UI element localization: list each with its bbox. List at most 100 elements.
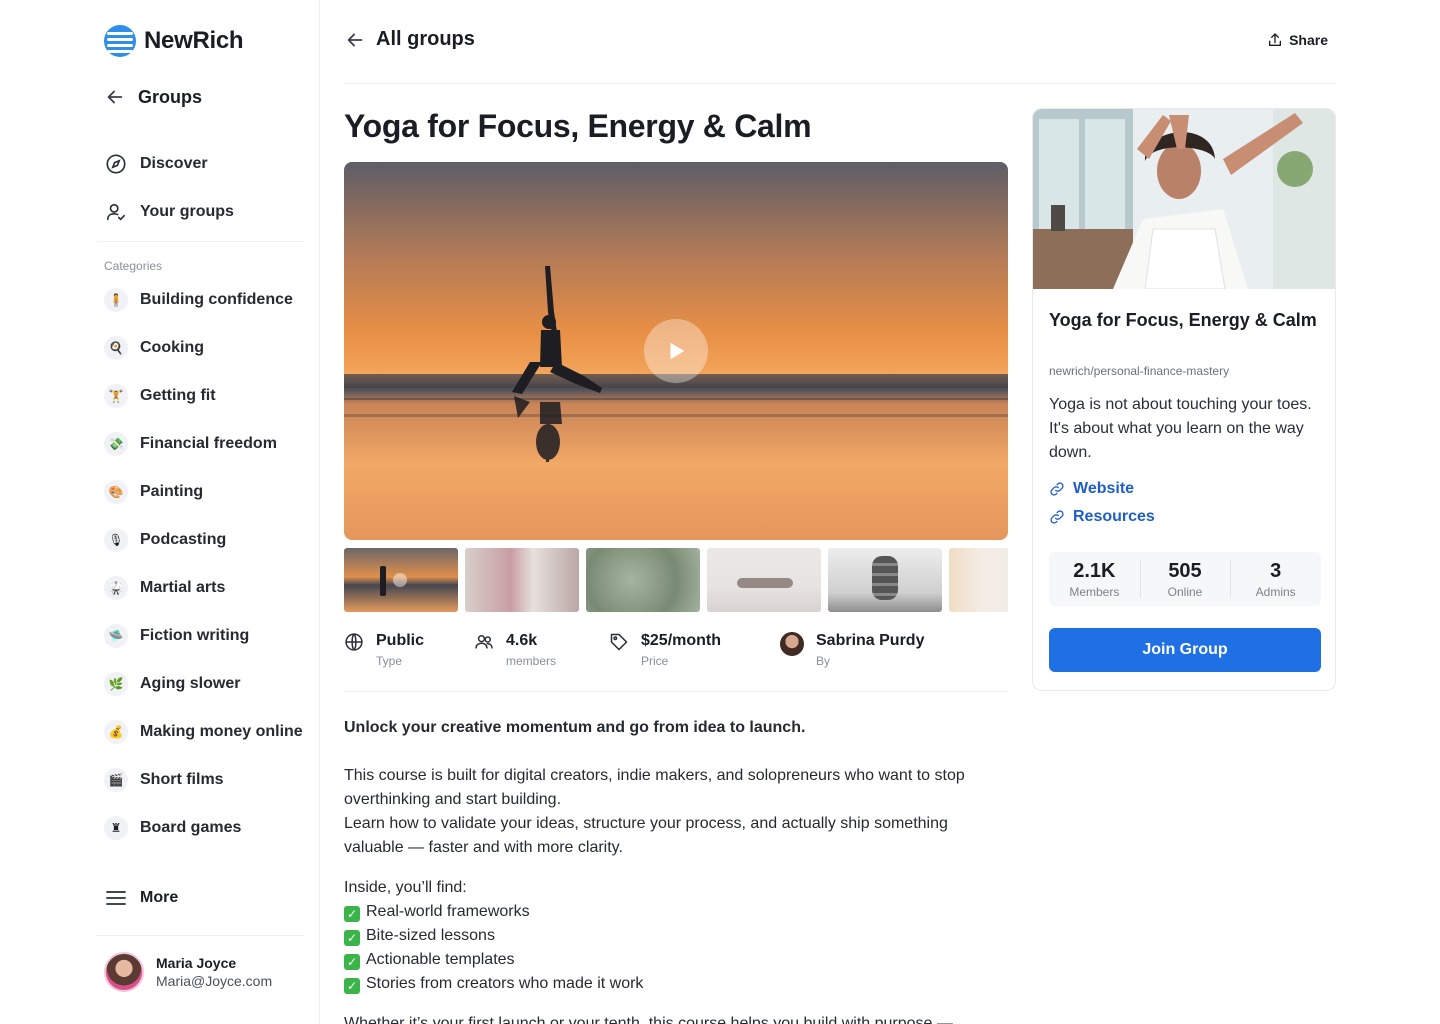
card-description: Yoga is not about touching your toes. It… (1049, 396, 1312, 461)
back-to-groups-link[interactable]: Groups (104, 86, 202, 108)
user-name: Maria Joyce (156, 955, 237, 971)
website-link[interactable]: Website (1049, 480, 1134, 498)
link-icon (1050, 482, 1064, 496)
dumbbell-icon: 🏋 (104, 384, 128, 408)
menu-icon (106, 891, 126, 905)
stat-label: Admins (1255, 585, 1296, 599)
bullet-item: ✓ Real-world frameworks (344, 900, 1008, 924)
nav-item-your-groups[interactable]: Your groups (104, 200, 234, 224)
sidebar-divider (97, 241, 304, 242)
compass-icon (104, 152, 128, 176)
category-painting[interactable]: 🎨 Painting (104, 480, 203, 504)
meta-type: Public Type (344, 632, 424, 668)
category-label: Aging slower (140, 675, 241, 692)
thumbnail-stretch[interactable] (707, 548, 821, 612)
category-cooking[interactable]: 🍳 Cooking (104, 336, 204, 360)
more-label: More (140, 889, 179, 906)
category-fiction-writing[interactable]: 🛸 Fiction writing (104, 624, 249, 648)
category-label: Short films (140, 771, 224, 788)
nav-label: Discover (140, 155, 208, 172)
share-label: Share (1289, 32, 1328, 48)
category-label: Building confidence (140, 291, 293, 308)
share-button[interactable]: Share (1267, 32, 1328, 48)
checkmark-icon: ✓ (344, 954, 360, 970)
clapperboard-icon: 🎬 (104, 768, 128, 792)
money-bag-icon: 💰 (104, 720, 128, 744)
group-stats: 2.1K Members 505 Online 3 Admins (1049, 552, 1321, 606)
category-label: Financial freedom (140, 435, 277, 452)
ufo-icon: 🛸 (104, 624, 128, 648)
thumbnail-fern[interactable] (586, 548, 700, 612)
money-icon: 💸 (104, 432, 128, 456)
stat-members: 2.1K Members (1049, 552, 1140, 606)
play-icon (670, 342, 685, 360)
play-button[interactable] (644, 319, 708, 383)
category-label: Getting fit (140, 387, 216, 404)
brand-name: NewRich (144, 27, 244, 54)
category-label: Painting (140, 483, 204, 500)
inside-label: Inside, you’ll find: (344, 879, 467, 896)
chess-piece-icon: ♜ (104, 816, 128, 840)
category-short-films[interactable]: 🎬 Short films (104, 768, 224, 792)
stat-online: 505 Online (1139, 552, 1231, 606)
avatar (104, 952, 144, 992)
share-icon (1269, 33, 1282, 46)
arrow-left-icon (107, 90, 123, 104)
category-financial-freedom[interactable]: 💸 Financial freedom (104, 432, 277, 456)
stat-label: Online (1167, 585, 1203, 599)
category-getting-fit[interactable]: 🏋 Getting fit (104, 384, 216, 408)
top-bar: All groups Share (344, 0, 1336, 84)
join-group-button[interactable]: Join Group (1049, 628, 1321, 672)
meta-label: Type (376, 654, 403, 668)
hero-video[interactable] (344, 162, 1008, 540)
category-aging-slower[interactable]: 🌿 Aging slower (104, 672, 240, 696)
category-building-confidence[interactable]: 🧍 Building confidence (104, 288, 293, 312)
tag-icon (610, 633, 628, 651)
meta-label: Price (641, 654, 669, 668)
bullet-item: ✓ Bite-sized lessons (344, 924, 1008, 948)
back-groups-label: Groups (138, 86, 203, 107)
category-label: Board games (140, 819, 242, 836)
person-icon: 🧍 (104, 288, 128, 312)
meta-label: members (506, 654, 557, 668)
user-profile[interactable]: Maria Joyce Maria@Joyce.com (104, 952, 272, 992)
category-making-money-online[interactable]: 💰 Making money online (104, 720, 303, 744)
link-label: Resources (1073, 508, 1155, 525)
group-description: Unlock your creative momentum and go fro… (344, 716, 1008, 1024)
nav-item-discover[interactable]: Discover (104, 152, 208, 176)
bullet-item: ✓ Actionable templates (344, 948, 1008, 972)
thumbnail-stones[interactable] (828, 548, 942, 612)
stat-label: Members (1069, 585, 1120, 599)
category-podcasting[interactable]: 🎙 Podcasting (104, 528, 226, 552)
meta-value: Sabrina Purdy (816, 632, 925, 649)
media-thumbnails (344, 548, 1008, 612)
group-info-card: Yoga for Focus, Energy & Calm newrich/pe… (1032, 108, 1336, 691)
creator-avatar (780, 632, 804, 656)
card-title: Yoga for Focus, Energy & Calm (1049, 310, 1317, 330)
user-email: Maria@Joyce.com (156, 973, 273, 989)
resources-link[interactable]: Resources (1049, 508, 1155, 526)
category-board-games[interactable]: ♜ Board games (104, 816, 241, 840)
more-menu[interactable]: More (104, 886, 178, 910)
group-meta: Public Type 4.6k members $25/month Price Sa… (344, 632, 1008, 692)
meta-creator[interactable]: Sabrina Purdy By (780, 632, 924, 668)
stat-value: 3 (1270, 560, 1282, 582)
checkmark-icon: ✓ (344, 930, 360, 946)
user-check-icon (104, 200, 128, 224)
meta-price: $25/month Price (609, 632, 721, 668)
meta-value: Public (376, 632, 425, 649)
thumbnail-group-class[interactable] (465, 548, 579, 612)
description-paragraph: Learn how to validate your ideas, struct… (344, 815, 948, 856)
card-cover-image (1033, 109, 1335, 289)
thumbnail-pose[interactable] (949, 548, 1008, 612)
brand-logo[interactable]: NewRich (104, 25, 244, 57)
description-lead: Unlock your creative momentum and go fro… (344, 719, 806, 736)
nav-label: Your groups (140, 203, 234, 220)
back-to-all-groups[interactable]: All groups (344, 28, 475, 51)
sidebar-divider (97, 935, 304, 936)
link-icon (1050, 510, 1064, 524)
thumbnail-sunset-yoga[interactable] (344, 548, 458, 612)
users-icon (475, 635, 493, 649)
category-martial-arts[interactable]: 🥋 Martial arts (104, 576, 225, 600)
link-label: Website (1073, 480, 1135, 497)
